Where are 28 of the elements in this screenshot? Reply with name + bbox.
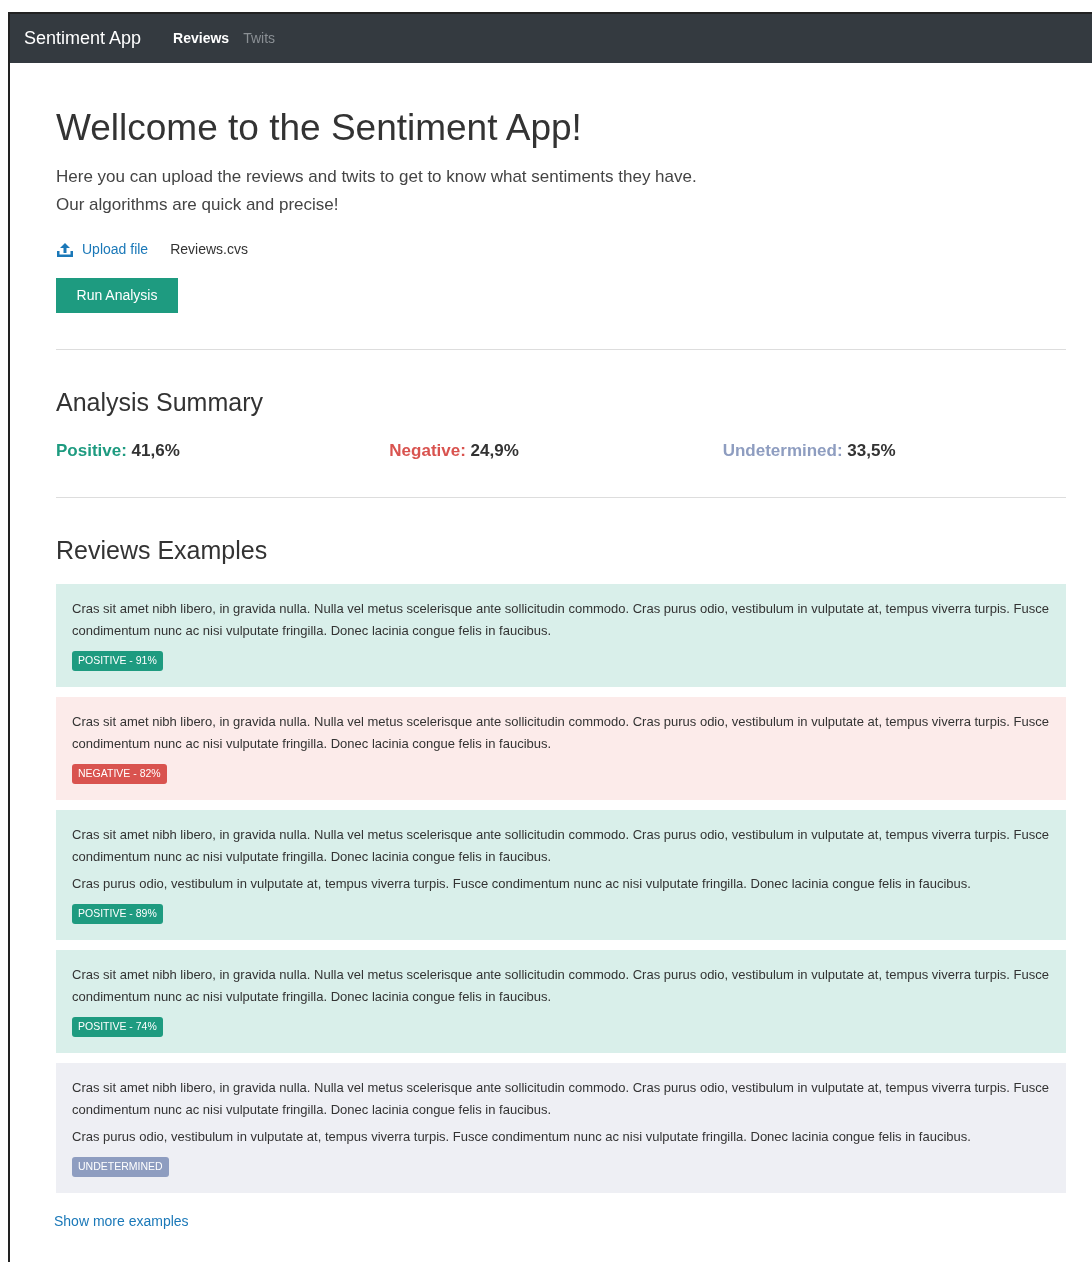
review-text: Cras sit amet nibh libero, in gravida nulla. Nulla vel metus scelerisque ante sollicitudin commodo. Cras purus odio, vestibulum in vulputate at, tempus viverra turpis. Fusce condimentum nunc ac nisi vulputate fringilla. Donec lacinia congue felis in faucibus. [72, 712, 1050, 753]
review-text: Cras purus odio, vestibulum in vulputate at, tempus viverra turpis. Fusce condimentum nunc ac nisi vulputate fringilla. Donec lacinia congue felis in faucibus. [72, 874, 972, 893]
intro-text: Our algorithms are quick and precise! [56, 194, 340, 217]
nav-tab[interactable]: Twits [243, 28, 276, 49]
upload-icon [56, 241, 74, 258]
sentiment-badge: UNDETERMINED [72, 1156, 169, 1177]
run-analysis-button[interactable]: Run Analysis [56, 278, 178, 314]
nav-tab[interactable]: Reviews [173, 28, 230, 49]
show-more-link[interactable]: Show more examples [54, 1210, 189, 1232]
summary-stat: Positive: 41,6% [56, 439, 181, 462]
summary-stat: Undetermined: 33,5% [722, 439, 897, 462]
review-text: Cras sit amet nibh libero, in gravida nulla. Nulla vel metus scelerisque ante sollicitudin commodo. Cras purus odio, vestibulum in vulputate at, tempus viverra turpis. Fusce condimentum nunc ac nisi vulputate fringilla. Donec lacinia congue felis in faucibus. [72, 599, 1050, 640]
file-name: Reviews.cvs [170, 240, 248, 260]
sentiment-badge: POSITIVE - 91% [72, 650, 163, 671]
review-text: Cras sit amet nibh libero, in gravida nulla. Nulla vel metus scelerisque ante sollicitudin commodo. Cras purus odio, vestibulum in vulputate at, tempus viverra turpis. Fusce condimentum nunc ac nisi vulputate fringilla. Donec lacinia congue felis in faucibus. [72, 965, 1050, 1006]
review-text: Cras sit amet nibh libero, in gravida nulla. Nulla vel metus scelerisque ante sollicitudin commodo. Cras purus odio, vestibulum in vulputate at, tempus viverra turpis. Fusce condimentum nunc ac nisi vulputate fringilla. Donec lacinia congue felis in faucibus. [72, 1078, 1050, 1119]
section-title: Analysis Summary [56, 387, 264, 419]
sentiment-badge: NEGATIVE - 82% [72, 763, 167, 784]
review-text: Cras sit amet nibh libero, in gravida nulla. Nulla vel metus scelerisque ante sollicitudin commodo. Cras purus odio, vestibulum in vulputate at, tempus viverra turpis. Fusce condimentum nunc ac nisi vulputate fringilla. Donec lacinia congue felis in faucibus. [72, 825, 1050, 866]
brand-title[interactable]: Sentiment App [24, 25, 142, 52]
page-title: Wellcome to the Sentiment App! [56, 106, 583, 150]
sentiment-badge: POSITIVE - 89% [72, 903, 163, 924]
summary-stat: Negative: 24,9% [389, 439, 520, 462]
section-title: Reviews Examples [56, 535, 269, 567]
upload-link[interactable]: Upload file [56, 239, 149, 261]
review-text: Cras purus odio, vestibulum in vulputate at, tempus viverra turpis. Fusce condimentum nunc ac nisi vulputate fringilla. Donec lacinia congue felis in faucibus. [72, 1127, 972, 1146]
intro-text: Here you can upload the reviews and twits to get to know what sentiments they have. [56, 166, 698, 189]
sentiment-badge: POSITIVE - 74% [72, 1016, 163, 1037]
